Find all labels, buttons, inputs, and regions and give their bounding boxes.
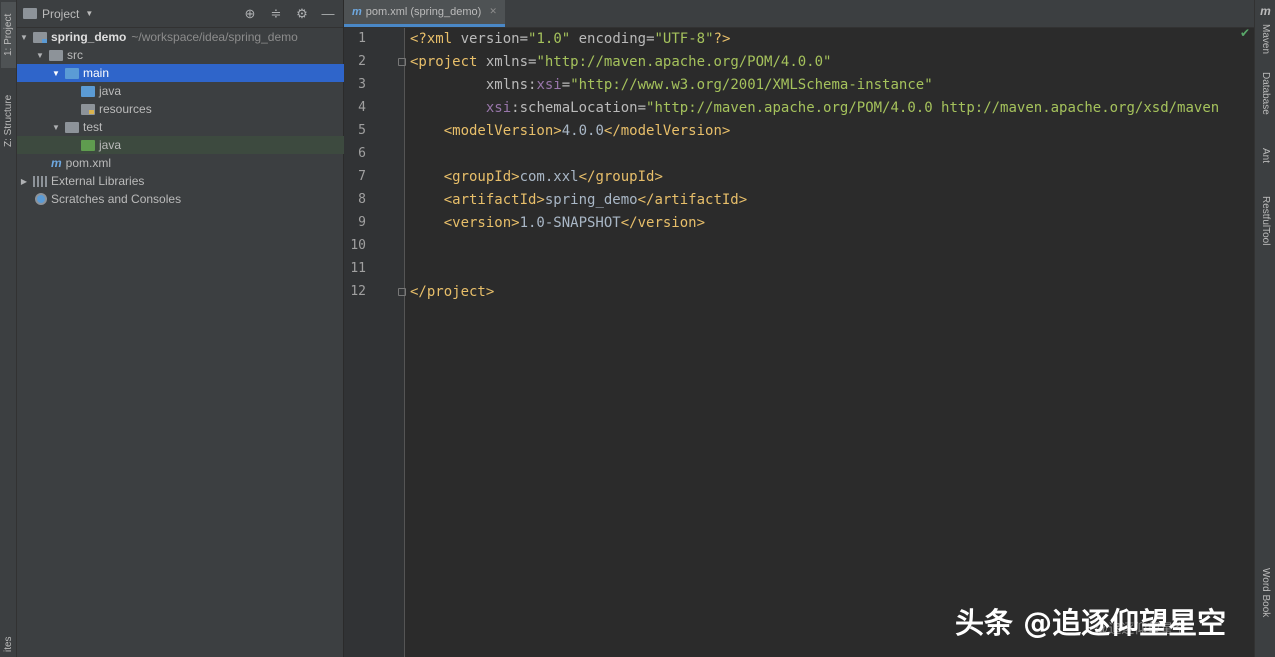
close-icon[interactable]: ✕ — [489, 6, 497, 17]
tree-item-test[interactable]: ▼ test — [17, 118, 344, 136]
ant-tool-tab[interactable]: Ant — [1257, 148, 1274, 180]
maven-tool-tab[interactable]: Maven — [1257, 24, 1274, 58]
line-number: 5 — [358, 123, 366, 138]
maven-logo-icon: m — [1260, 4, 1271, 18]
scratches-icon — [35, 193, 47, 205]
tree-item-label: spring_demo — [51, 30, 127, 44]
project-panel: Project ▼ ⊕ ≑ ⚙ — ▼ spring_demo ~/worksp… — [17, 0, 344, 657]
line-number: 4 — [358, 100, 366, 115]
code-line-1: <?xml version="1.0" encoding="UTF-8"?> — [410, 31, 731, 47]
left-tool-strip: 1: Project Z: Structure ites — [0, 0, 17, 657]
line-number: 9 — [358, 215, 366, 230]
code-line-8: <artifactId>spring_demo</artifactId> — [443, 192, 748, 208]
folder-icon — [65, 67, 79, 79]
fold-marker-icon[interactable] — [398, 58, 406, 66]
tree-item-label: External Libraries — [51, 174, 145, 188]
editor-tab-pom-xml[interactable]: m pom.xml (spring_demo) ✕ — [344, 0, 505, 27]
ide-window: 1: Project Z: Structure ites Project ▼ ⊕… — [0, 0, 1275, 657]
line-number-gutter: 1 2 3 4 5 6 7 8 9 10 11 12 — [344, 28, 406, 657]
wordbook-tool-tab[interactable]: Word Book — [1257, 568, 1274, 634]
favorites-tool-tab[interactable]: ites — [1, 632, 16, 657]
line-number: 3 — [358, 77, 366, 92]
expand-arrow-icon[interactable]: ▶ — [19, 177, 29, 186]
restful-tool-tab-label: RestfulTool — [1260, 196, 1271, 246]
library-icon — [33, 175, 47, 187]
line-number: 1 — [358, 31, 366, 46]
ant-tool-tab-label: Ant — [1260, 148, 1271, 164]
line-number: 11 — [350, 261, 366, 276]
tree-item-main-java[interactable]: java — [17, 82, 344, 100]
tree-item-spring-demo[interactable]: ▼ spring_demo ~/workspace/idea/spring_de… — [17, 28, 344, 46]
minimize-icon[interactable]: — — [321, 6, 335, 21]
line-number: 6 — [358, 146, 366, 161]
tree-item-label: java — [99, 138, 122, 152]
code-line-2: <project xmlns="http://maven.apache.org/… — [410, 54, 832, 70]
tree-item-label: main — [83, 66, 110, 80]
code-line-12: </project> — [410, 284, 495, 300]
right-tool-strip: m Maven Database Ant RestfulTool Word Bo… — [1254, 0, 1275, 657]
project-panel-header: Project ▼ ⊕ ≑ ⚙ — — [17, 0, 343, 28]
check-icon: ✔ — [1239, 26, 1250, 40]
code-line-7: <groupId>com.xxl</groupId> — [443, 169, 663, 185]
expand-arrow-icon[interactable]: ▼ — [51, 123, 61, 132]
database-tool-tab-label: Database — [1260, 72, 1271, 115]
watermark: 头条 @追逐仰望星空 — [955, 606, 1227, 640]
expand-arrow-icon[interactable]: ▼ — [35, 51, 45, 60]
tree-item-test-java[interactable]: java — [17, 136, 344, 154]
gear-icon[interactable]: ⚙ — [295, 6, 309, 21]
tree-item-label: test — [83, 120, 103, 134]
test-folder-icon — [81, 139, 95, 151]
source-folder-icon — [81, 85, 95, 97]
tree-item-external-libraries[interactable]: ▶ External Libraries — [17, 172, 344, 190]
line-number: 8 — [358, 192, 366, 207]
line-number: 2 — [358, 54, 366, 69]
tree-item-scratches[interactable]: Scratches and Consoles — [17, 190, 344, 208]
tree-item-pom-xml[interactable]: m pom.xml — [17, 154, 344, 172]
editor-tab-bar: m pom.xml (spring_demo) ✕ — [344, 0, 1254, 28]
database-tool-tab[interactable]: Database — [1257, 72, 1274, 132]
project-tool-tab-label: 1: Project — [3, 13, 14, 57]
folder-icon — [49, 49, 63, 61]
maven-file-icon: m — [352, 5, 362, 18]
tree-item-resources[interactable]: resources — [17, 100, 344, 118]
tree-item-src[interactable]: ▼ src — [17, 46, 344, 64]
resources-folder-icon — [81, 103, 95, 115]
chevron-down-icon[interactable]: ▼ — [85, 9, 93, 18]
tree-item-main[interactable]: ▼ main — [17, 64, 344, 82]
line-number: 12 — [350, 284, 366, 299]
collapse-all-icon[interactable]: ≑ — [269, 6, 283, 21]
fold-marker-icon[interactable] — [398, 288, 406, 296]
structure-tool-tab[interactable]: Z: Structure — [1, 84, 16, 158]
code-line-4: xsi:schemaLocation="http://maven.apache.… — [485, 100, 1220, 116]
tree-item-label: pom.xml — [65, 156, 112, 170]
folder-icon — [65, 121, 79, 133]
tree-item-label: Scratches and Consoles — [51, 192, 182, 206]
restful-tool-tab[interactable]: RestfulTool — [1257, 196, 1274, 266]
favorites-tool-tab-label: ites — [3, 636, 14, 653]
editor-tab-label: pom.xml (spring_demo) — [365, 5, 482, 18]
tree-item-label: src — [67, 48, 83, 62]
tree-item-label: resources — [99, 102, 152, 116]
tree-item-label: java — [99, 84, 122, 98]
maven-tool-tab-label: Maven — [1260, 24, 1271, 55]
maven-file-icon: m — [51, 156, 62, 170]
structure-tool-tab-label: Z: Structure — [3, 94, 14, 148]
expand-arrow-icon[interactable]: ▼ — [51, 69, 61, 78]
line-number: 10 — [350, 238, 366, 253]
module-folder-icon — [33, 31, 47, 43]
project-view-selector[interactable]: Project — [42, 7, 79, 21]
wordbook-tool-tab-label: Word Book — [1260, 568, 1271, 618]
code-line-5: <modelVersion>4.0.0</modelVersion> — [443, 123, 731, 139]
tree-item-path: ~/workspace/idea/spring_demo — [131, 30, 298, 44]
project-view-icon — [23, 8, 37, 19]
line-number: 7 — [358, 169, 366, 184]
project-tool-tab[interactable]: 1: Project — [1, 2, 16, 68]
expand-arrow-icon[interactable]: ▼ — [19, 33, 29, 42]
locate-icon[interactable]: ⊕ — [243, 6, 257, 21]
editor-area: m pom.xml (spring_demo) ✕ 1 2 3 4 5 6 7 … — [344, 0, 1254, 657]
code-line-3: xmlns:xsi="http://www.w3.org/2001/XMLSch… — [485, 77, 933, 93]
code-line-9: <version>1.0-SNAPSHOT</version> — [443, 215, 706, 231]
